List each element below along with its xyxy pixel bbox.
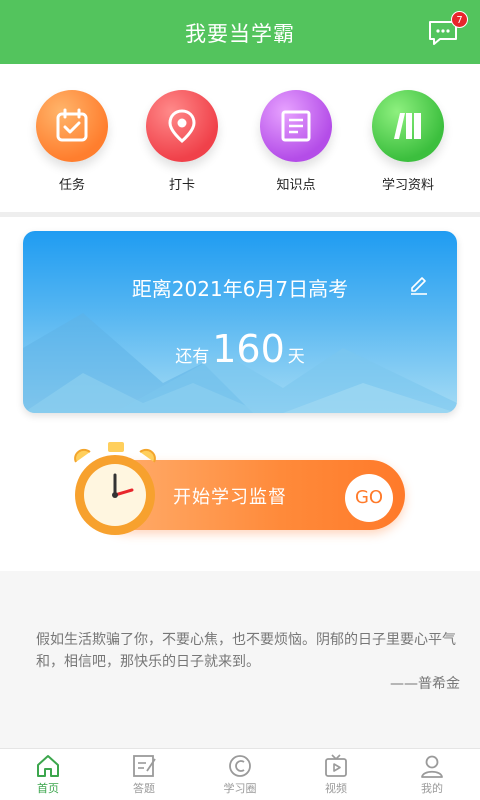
countdown-remaining: 还有160 天 [23,327,457,371]
tab-answer[interactable]: 答题 [96,753,192,796]
tab-home[interactable]: 首页 [0,753,96,796]
go-button[interactable]: GO [345,474,393,522]
location-pin-icon [146,90,218,162]
quote-author: ——普希金 [390,676,460,692]
tab-label: 视频 [325,782,347,795]
start-study-label: 开始学习监督 [173,487,287,508]
countdown-title: 距离2021年6月7日高考 [131,277,349,301]
edit-icon[interactable] [409,275,429,295]
tab-label: 答题 [133,782,155,795]
message-badge: 7 [451,11,468,28]
tab-video[interactable]: 视频 [288,753,384,796]
calendar-check-icon [36,90,108,162]
tab-label: 学习圈 [223,782,257,795]
top-bar: 我要当学霸 7 [0,0,480,64]
notebook-icon [260,90,332,162]
countdown-prefix: 还有 [175,347,210,367]
video-icon [325,754,347,777]
quick-nav-knowledge[interactable]: 知识点 [241,90,351,193]
quote-section: 假如生活欺骗了你，不要心焦，也不要烦恼。阴郁的日子里要心平气和，相信吧，那快乐的… [0,571,480,751]
bottom-tab-bar: 首页 答题 学习圈 视频 我的 [0,748,480,800]
books-icon [372,90,444,162]
quick-nav-label: 学习资料 [381,178,434,193]
tab-study-circle[interactable]: 学习圈 [192,753,288,796]
message-button[interactable]: 7 [428,11,468,45]
quick-nav-label: 打卡 [168,178,195,193]
profile-icon [421,755,443,778]
tab-label: 我的 [421,782,443,795]
app-root: 我要当学霸 7 任务 打卡 知识点 学习资料 距离2021年6月7日高考 还有1… [0,0,480,800]
tab-mine[interactable]: 我的 [384,753,480,796]
quick-nav: 任务 打卡 知识点 学习资料 [0,90,480,200]
answer-icon [133,755,156,777]
home-icon [37,755,59,777]
quick-nav-checkin[interactable]: 打卡 [127,90,237,193]
quick-nav-label: 任务 [58,178,85,193]
study-circle-icon [229,755,251,777]
countdown-suffix: 天 [287,347,305,367]
quote-text: 假如生活欺骗了你，不要心焦，也不要烦恼。阴郁的日子里要心平气和，相信吧，那快乐的… [36,632,456,670]
exam-countdown-card[interactable]: 距离2021年6月7日高考 还有160 天 [23,231,457,413]
quick-nav-materials[interactable]: 学习资料 [353,90,463,193]
tab-label: 首页 [37,782,59,795]
quick-nav-label: 知识点 [276,178,316,193]
quick-nav-task[interactable]: 任务 [17,90,127,193]
section-divider [0,212,480,217]
alarm-clock-icon [74,442,156,535]
app-title: 我要当学霸 [185,22,295,46]
countdown-days: 160 [212,327,285,371]
